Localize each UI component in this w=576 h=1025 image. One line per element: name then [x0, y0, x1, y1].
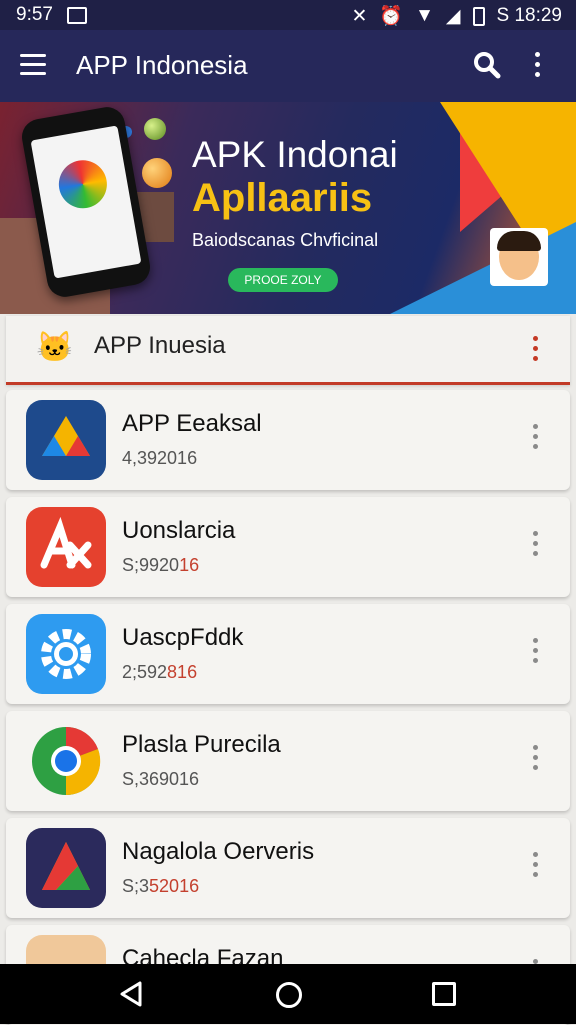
sphere-decoration [144, 118, 166, 140]
list-item[interactable]: APP Eeaksal 4,392016 [6, 390, 570, 490]
battery-icon [472, 6, 485, 26]
acrobat-app-icon [26, 507, 106, 587]
drive-app-icon [26, 400, 106, 480]
item-more-icon[interactable] [530, 638, 540, 663]
app-meta: S,369016 [122, 769, 200, 789]
overflow-menu-icon[interactable] [532, 52, 542, 77]
status-bar: 9:57 ✕ ⏰ ▼ ◢ S 18:29 [0, 0, 576, 30]
alarm-icon: ⏰ [379, 6, 404, 27]
banner-subtitle: Baiodscanas Chvficinal [192, 230, 379, 250]
home-icon[interactable] [276, 982, 302, 1008]
item-more-icon[interactable] [530, 424, 540, 449]
app-meta: 2;592816 [122, 662, 198, 682]
search-icon[interactable] [472, 50, 502, 85]
settings-gear-icon [26, 614, 106, 694]
list-item[interactable]: Nagalola Oerveris S;352016 [6, 818, 570, 918]
item-more-icon[interactable] [530, 531, 540, 556]
menu-icon[interactable] [20, 54, 46, 76]
list-item[interactable]: UascpFddk 2;592816 [6, 604, 570, 704]
app-bar: APP Indonesia [0, 30, 576, 102]
section-more-icon[interactable] [530, 336, 540, 361]
app-name: APP Eeaksal [122, 410, 262, 437]
wifi-icon: ▼ [415, 5, 434, 26]
item-more-icon[interactable] [530, 852, 540, 877]
app-name: Nagalola Oerveris [122, 838, 315, 865]
notification-icon [66, 6, 87, 24]
avatar-icon [490, 228, 548, 286]
navigation-bar [0, 964, 576, 1024]
cat-icon: 🐱 [36, 331, 74, 364]
list-item[interactable]: Uonslarcia S;992016 [6, 497, 570, 597]
app-name: UascpFddk [122, 624, 244, 651]
promo-banner[interactable]: APK Indonai Apllaariis Baiodscanas Chvfi… [0, 102, 576, 314]
status-time-right: S 18:29 [496, 5, 563, 26]
list-item[interactable]: Plasla Purecila S,369016 [6, 711, 570, 811]
app-meta: S;992016 [122, 555, 200, 575]
status-time-left: 9:57 [16, 4, 53, 25]
banner-cta-button[interactable]: PROOE ZOLY [228, 268, 338, 292]
triangle-app-icon [26, 828, 106, 908]
mute-icon: ✕ [351, 5, 368, 27]
signal-icon: ◢ [445, 5, 461, 27]
app-title: APP Indonesia [76, 50, 248, 80]
app-meta: 4,392016 [122, 448, 198, 468]
section-header: 🐱 APP Inuesia [6, 316, 570, 385]
item-more-icon[interactable] [530, 745, 540, 770]
back-icon[interactable] [118, 980, 146, 1013]
banner-title: APK Indonai [192, 134, 398, 175]
recents-icon[interactable] [432, 982, 456, 1006]
section-title: APP Inuesia [94, 332, 226, 359]
chrome-app-icon [26, 721, 106, 801]
app-name: Uonslarcia [122, 517, 236, 544]
sphere-decoration [142, 158, 172, 188]
app-meta: S;352016 [122, 876, 200, 896]
app-name: Plasla Purecila [122, 731, 281, 758]
banner-title-2: Apllaariis [192, 176, 373, 220]
